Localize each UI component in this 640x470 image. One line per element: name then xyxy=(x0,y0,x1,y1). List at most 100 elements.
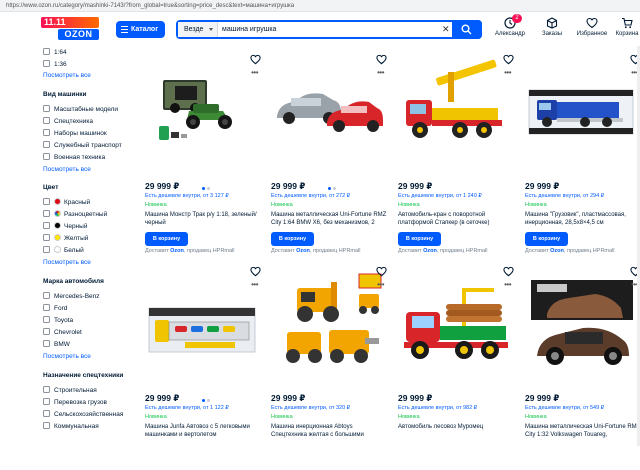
product-image[interactable] xyxy=(145,268,263,402)
checkbox[interactable] xyxy=(43,246,50,253)
product-card[interactable]: ••• 29 999 ₽ Есть дешевле внутри, от 3 1… xyxy=(145,50,263,258)
checkbox[interactable] xyxy=(43,386,50,393)
filter-color-option[interactable]: Белый xyxy=(43,246,84,256)
checkbox[interactable] xyxy=(43,304,50,311)
checkbox[interactable] xyxy=(43,210,50,217)
ozon-logo[interactable]: 11.11 OZON xyxy=(41,17,99,41)
checkbox[interactable] xyxy=(43,340,50,347)
show-all-link[interactable]: Посмотреть все xyxy=(43,352,91,362)
more-options-icon[interactable]: ••• xyxy=(251,69,258,77)
checkbox[interactable] xyxy=(43,234,50,241)
checkbox[interactable] xyxy=(43,117,50,124)
show-all-link[interactable]: Посмотреть все xyxy=(43,165,91,175)
header-cart[interactable]: Корзина xyxy=(610,17,640,43)
checkbox[interactable] xyxy=(43,410,50,417)
checkbox[interactable] xyxy=(43,141,50,148)
filter-brand-option[interactable]: BMW xyxy=(43,340,70,350)
checkbox[interactable] xyxy=(43,328,50,335)
product-card[interactable]: ••• 29 999 ₽ Есть дешевле внутри, от 1 2… xyxy=(398,50,516,258)
checkbox[interactable] xyxy=(43,222,50,229)
show-all-link[interactable]: Посмотреть все xyxy=(43,71,91,81)
cheaper-link[interactable]: Есть дешевле внутри, от 1 240 ₽ xyxy=(398,193,482,199)
favorite-heart-icon[interactable] xyxy=(503,54,514,65)
show-all-link[interactable]: Посмотреть все xyxy=(43,258,91,268)
favorite-heart-icon[interactable] xyxy=(376,266,387,277)
checkbox[interactable] xyxy=(43,105,50,112)
filter-kind-option[interactable]: Служебный транспорт xyxy=(43,141,122,151)
add-to-cart-button[interactable]: В корзину xyxy=(145,232,188,246)
product-image[interactable] xyxy=(271,268,389,388)
product-card[interactable]: ••• 29 999 ₽ Есть дешевле внутри, от 982… xyxy=(398,262,516,470)
clear-search-icon[interactable]: ✕ xyxy=(442,23,450,36)
product-title[interactable]: Машина металлическая Uni-Fortune RMZ Cit… xyxy=(271,211,387,227)
header-favorites[interactable]: Избранное xyxy=(572,17,612,43)
product-title[interactable]: Автомобиль-кран с поворотной платформой … xyxy=(398,211,514,227)
more-options-icon[interactable]: ••• xyxy=(377,69,384,77)
add-to-cart-button[interactable]: В корзину xyxy=(525,232,568,246)
seller-name[interactable]: Ozon xyxy=(170,248,184,254)
filter-special-option[interactable]: Перевозка грузов xyxy=(43,398,107,408)
filter-kind-option[interactable]: Военная техника xyxy=(43,153,105,163)
cheaper-link[interactable]: Есть дешевле внутри, от 982 ₽ xyxy=(398,405,477,411)
filter-kind-option[interactable]: Масштабные модели xyxy=(43,105,118,115)
filter-scale-option[interactable]: 1:64 xyxy=(43,48,67,58)
checkbox[interactable] xyxy=(43,316,50,323)
filter-brand-option[interactable]: Mercedes-Benz xyxy=(43,292,100,302)
checkbox[interactable] xyxy=(43,398,50,405)
search-input[interactable] xyxy=(222,23,437,36)
filter-special-option[interactable]: Сельскохозяйственная xyxy=(43,410,123,420)
favorite-heart-icon[interactable] xyxy=(503,266,514,277)
filter-kind-option[interactable]: Наборы машинок xyxy=(43,129,107,139)
product-image[interactable] xyxy=(398,268,516,388)
filter-brand-option[interactable]: Toyota xyxy=(43,316,73,326)
favorite-heart-icon[interactable] xyxy=(376,54,387,65)
filter-scale-option[interactable]: 1:36 xyxy=(43,60,67,70)
product-title[interactable]: Машина Монстр Трак р/у 1:18, зеленый/чер… xyxy=(145,211,261,227)
filter-color-option[interactable]: Красный xyxy=(43,198,90,208)
seller-name[interactable]: Ozon xyxy=(296,248,310,254)
product-title[interactable]: Машина инерционная Abtoys Спецтехника же… xyxy=(271,423,387,439)
checkbox[interactable] xyxy=(43,60,50,67)
favorite-heart-icon[interactable] xyxy=(250,266,261,277)
search-scope-select[interactable]: Везде xyxy=(178,22,218,37)
filter-brand-option[interactable]: Chevrolet xyxy=(43,328,82,338)
cheaper-link[interactable]: Есть дешевле внутри, от 3 127 ₽ xyxy=(145,193,229,199)
cheaper-link[interactable]: Есть дешевле внутри, от 272 ₽ xyxy=(271,193,350,199)
filter-brand-option[interactable]: Ford xyxy=(43,304,67,314)
cheaper-link[interactable]: Есть дешевле внутри, от 549 ₽ xyxy=(525,405,604,411)
product-card[interactable]: ••• 29 999 ₽ Есть дешевле внутри, от 549… xyxy=(525,262,640,470)
checkbox[interactable] xyxy=(43,198,50,205)
search-button[interactable] xyxy=(452,20,482,39)
product-image[interactable] xyxy=(525,268,640,388)
more-options-icon[interactable]: ••• xyxy=(377,281,384,289)
checkbox[interactable] xyxy=(43,422,50,429)
product-image[interactable] xyxy=(145,56,263,190)
filter-color-option[interactable]: Черный xyxy=(43,222,87,232)
cheaper-link[interactable]: Есть дешевле внутри, от 294 ₽ xyxy=(525,193,604,199)
product-card[interactable]: ••• 29 999 ₽ Есть дешевле внутри, от 1 1… xyxy=(145,262,263,470)
product-title[interactable]: Автомобиль лесовоз Муромец xyxy=(398,423,514,431)
catalog-button[interactable]: Каталог xyxy=(116,21,165,38)
add-to-cart-button[interactable]: В корзину xyxy=(398,232,441,246)
checkbox[interactable] xyxy=(43,129,50,136)
header-profile[interactable]: 2 Александр xyxy=(490,14,530,43)
seller-name[interactable]: Ozon xyxy=(423,248,437,254)
cheaper-link[interactable]: Есть дешевле внутри, от 320 ₽ xyxy=(271,405,350,411)
checkbox[interactable] xyxy=(43,48,50,55)
more-options-icon[interactable]: ••• xyxy=(251,281,258,289)
product-title[interactable]: Машина металлическая Uni-Fortune RMZ Cit… xyxy=(525,423,640,439)
cheaper-link[interactable]: Есть дешевле внутри, от 1 122 ₽ xyxy=(145,405,229,411)
filter-special-option[interactable]: Коммунальная xyxy=(43,422,99,432)
product-image[interactable] xyxy=(398,56,516,176)
filter-special-option[interactable]: Строительная xyxy=(43,386,97,396)
more-options-icon[interactable]: ••• xyxy=(504,281,511,289)
filter-color-option[interactable]: Разноцветный xyxy=(43,210,107,220)
seller-name[interactable]: Ozon xyxy=(550,248,564,254)
checkbox[interactable] xyxy=(43,153,50,160)
product-card[interactable]: ••• 29 999 ₽ Есть дешевле внутри, от 294… xyxy=(525,50,640,258)
product-card[interactable]: ••• 29 999 ₽ Есть дешевле внутри, от 272… xyxy=(271,50,389,258)
more-options-icon[interactable]: ••• xyxy=(504,69,511,77)
product-title[interactable]: Машина "Грузовик", пластмассовая, инерци… xyxy=(525,211,640,227)
filter-kind-option[interactable]: Спецтехника xyxy=(43,117,93,127)
product-title[interactable]: Машина Junfa Автовоз с 5 легковыми машин… xyxy=(145,423,261,439)
